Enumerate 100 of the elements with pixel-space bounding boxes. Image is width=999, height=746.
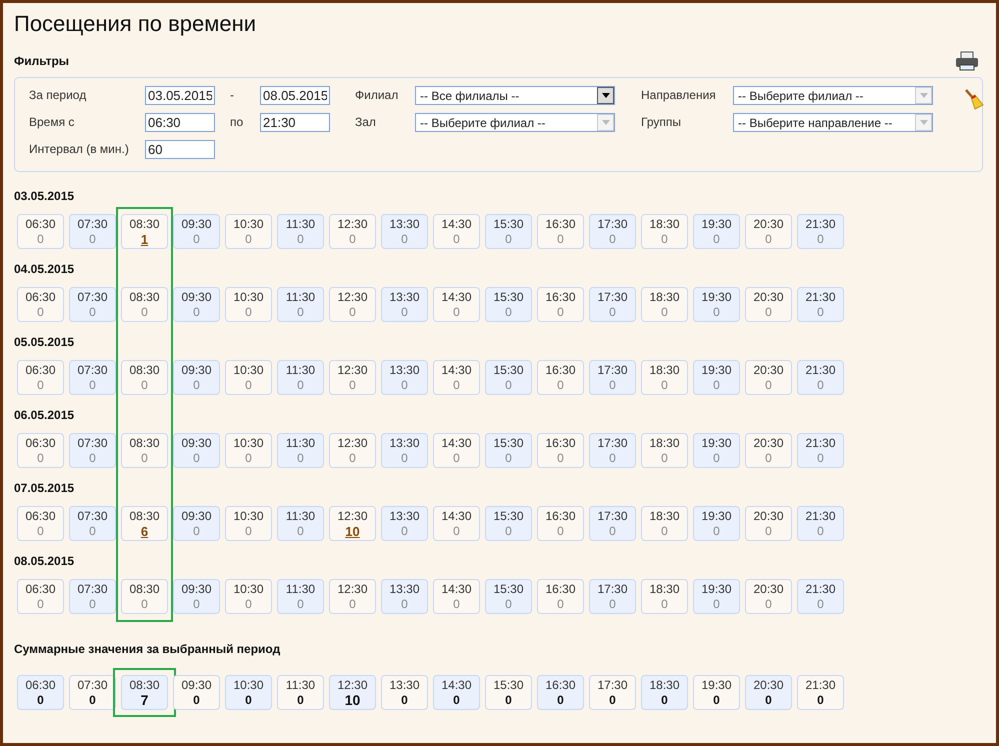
time-label: 20:30 (753, 678, 784, 692)
count-value: 7 (140, 692, 148, 708)
time-label: 13:30 (389, 290, 420, 304)
time-label: 09:30 (181, 216, 212, 232)
time-label: 15:30 (493, 582, 524, 596)
count-value: 0 (453, 304, 460, 320)
time-label: 10:30 (233, 678, 264, 692)
time-label: 11:30 (286, 582, 316, 596)
count-value: 0 (245, 692, 252, 708)
count-value: 0 (89, 596, 96, 612)
time-field[interactable]: 06:30 (145, 113, 215, 132)
time-label: 13:30 (389, 436, 420, 450)
time-label: 13:30 (389, 508, 420, 524)
count-value: 0 (401, 450, 408, 466)
time-label: 19:30 (701, 290, 732, 304)
time-label: 08:30 (129, 216, 160, 232)
time-label: 21:30 (805, 582, 836, 596)
time-label: 15:30 (493, 216, 524, 232)
time-label: 18:30 (649, 582, 680, 596)
time-label: 08:30 (129, 290, 160, 304)
time-label: 14:30 (441, 436, 472, 450)
count-link[interactable]: 10 (345, 524, 360, 538)
time-label: 11:30 (286, 508, 316, 524)
count-value: 0 (817, 524, 824, 538)
time-label: 08:30 (129, 678, 160, 692)
time-label: 13:30 (389, 216, 420, 232)
time-label: 09:30 (181, 290, 212, 304)
date-heading: 03.05.2015 (14, 189, 76, 204)
count-value: 0 (713, 524, 720, 538)
time-label: 12:30 (337, 216, 368, 232)
printer-icon[interactable] (955, 51, 979, 71)
count-value: 0 (765, 304, 772, 320)
time-label: 09:30 (181, 582, 212, 596)
count-value: 0 (37, 596, 44, 612)
count-value: 0 (661, 450, 668, 466)
broom-icon[interactable] (963, 88, 985, 110)
time-label: 21:30 (805, 678, 836, 692)
time-label: 10:30 (233, 362, 264, 378)
time-label: 06:30 (25, 216, 56, 232)
time-label: 08:30 (129, 436, 160, 450)
count-value: 0 (89, 378, 96, 392)
count-value: 0 (609, 304, 616, 320)
count-value: 0 (401, 692, 408, 708)
count-value: 0 (37, 232, 44, 246)
time-label: 18:30 (649, 508, 680, 524)
count-value: 0 (557, 304, 564, 320)
time-label: 06:30 (25, 362, 56, 378)
field-label: Время с (29, 114, 76, 131)
count-value: 0 (401, 304, 408, 320)
time-label: 19:30 (701, 508, 732, 524)
time-label: 16:30 (545, 362, 576, 378)
time-label: 10:30 (233, 436, 264, 450)
time-label: 21:30 (805, 436, 836, 450)
count-value: 0 (297, 378, 304, 392)
time-label: 16:30 (545, 216, 576, 232)
time-label: 09:30 (181, 508, 212, 524)
time-label: 17:30 (597, 508, 628, 524)
time-field[interactable]: 21:30 (260, 113, 330, 132)
count-value: 0 (713, 232, 720, 246)
time-label: 06:30 (25, 436, 56, 450)
count-value: 0 (89, 692, 96, 708)
time-label: 09:30 (181, 362, 212, 378)
time-label: 06:30 (25, 508, 56, 524)
count-link[interactable]: 1 (140, 232, 148, 246)
count-value: 0 (245, 596, 252, 612)
time-label: 12:30 (337, 508, 368, 524)
time-label: 14:30 (441, 290, 472, 304)
count-value: 0 (765, 232, 772, 246)
time-label: 18:30 (649, 216, 680, 232)
time-label: 20:30 (753, 582, 784, 596)
count-value: 0 (89, 232, 96, 246)
count-value: 0 (349, 596, 356, 612)
count-value: 0 (141, 596, 148, 612)
count-value: 0 (401, 524, 408, 538)
time-label: 07:30 (77, 508, 108, 524)
count-value: 0 (193, 596, 200, 612)
time-label: 21:30 (805, 216, 836, 232)
field-label: Зал (355, 114, 377, 131)
count-value: 0 (557, 692, 564, 708)
count-value: 0 (453, 450, 460, 466)
time-label: 18:30 (649, 290, 680, 304)
count-value: 0 (817, 596, 824, 612)
dropdown[interactable]: -- Все филиалы -- (415, 86, 615, 105)
time-label: 17:30 (597, 216, 628, 232)
count-value: 0 (37, 378, 44, 392)
count-value: 0 (609, 450, 616, 466)
time-label: 12:30 (337, 362, 368, 378)
time-label: 08:30 (129, 508, 160, 524)
time-label: 21:30 (805, 362, 836, 378)
time-label: 06:30 (25, 678, 56, 692)
count-value: 0 (557, 450, 564, 466)
field-label: Группы (641, 114, 682, 131)
count-value: 0 (505, 378, 512, 392)
time-label: 11:30 (286, 362, 316, 378)
count-value: 0 (557, 378, 564, 392)
time-label: 09:30 (181, 436, 212, 450)
interval-field[interactable]: 60 (145, 140, 215, 159)
count-link[interactable]: 6 (140, 524, 148, 538)
section-heading: Фильтры (14, 53, 70, 70)
time-label: 12:30 (337, 436, 368, 450)
